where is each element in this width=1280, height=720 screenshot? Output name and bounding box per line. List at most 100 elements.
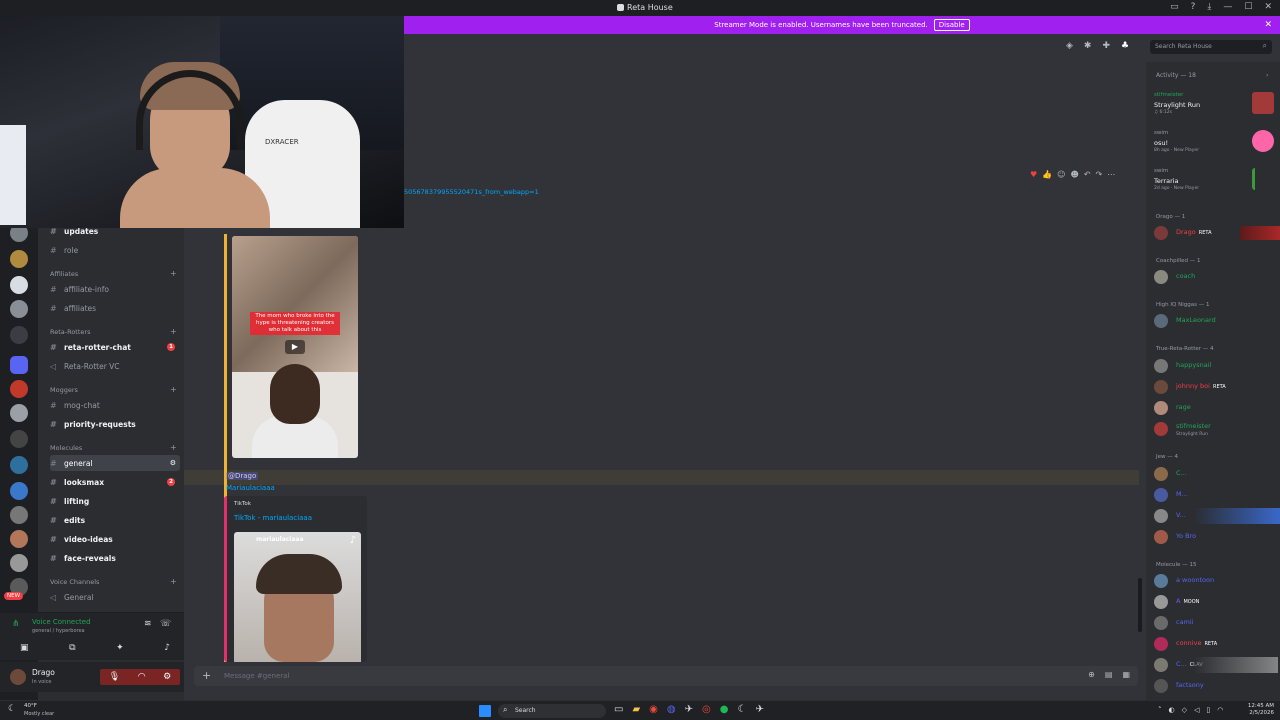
steam-icon[interactable]: ✈ bbox=[685, 704, 693, 715]
weather-temp[interactable]: 40°F bbox=[24, 703, 37, 709]
task-view-icon[interactable]: ▭ bbox=[614, 704, 623, 715]
gif-icon[interactable]: ▤ bbox=[1105, 670, 1113, 679]
video-embed[interactable]: The mom who broke into the hype is threa… bbox=[232, 236, 358, 458]
server-icon[interactable] bbox=[10, 300, 28, 318]
member-item[interactable]: rage bbox=[1154, 400, 1278, 416]
add-channel-icon[interactable]: + bbox=[170, 577, 177, 586]
member-item[interactable]: factsony bbox=[1154, 678, 1278, 694]
member-item[interactable]: a woontoon bbox=[1154, 573, 1278, 589]
gift-icon[interactable]: ⊕ bbox=[1088, 670, 1095, 679]
network-icon[interactable]: ◇ bbox=[1182, 706, 1187, 714]
server-icon[interactable] bbox=[10, 250, 28, 268]
add-channel-icon[interactable]: + bbox=[170, 385, 177, 394]
server-icon[interactable] bbox=[10, 430, 28, 448]
member-item[interactable]: coach bbox=[1154, 269, 1278, 285]
add-channel-icon[interactable]: + bbox=[170, 327, 177, 336]
member-item[interactable]: camii bbox=[1154, 615, 1278, 631]
server-icon[interactable] bbox=[10, 404, 28, 422]
disconnect-icon[interactable]: ☏ bbox=[160, 619, 171, 629]
member-item[interactable]: V... bbox=[1154, 508, 1280, 524]
windows-start-icon[interactable] bbox=[479, 705, 491, 717]
member-item[interactable]: connive RETA bbox=[1154, 636, 1278, 652]
server-icon[interactable] bbox=[10, 482, 28, 500]
scrollbar[interactable] bbox=[1138, 578, 1142, 632]
close-icon[interactable]: ✕ bbox=[1264, 20, 1272, 30]
forward-icon[interactable]: ↷ bbox=[1096, 170, 1103, 179]
member-item[interactable]: stifmeister Straylight Run bbox=[1154, 421, 1278, 437]
chevron-right-icon[interactable]: › bbox=[1266, 72, 1268, 79]
server-icon[interactable] bbox=[10, 530, 28, 548]
add-channel-icon[interactable]: + bbox=[170, 443, 177, 452]
add-channel-icon[interactable]: + bbox=[170, 269, 177, 278]
notification-bell-icon[interactable]: ✱ bbox=[1084, 41, 1092, 51]
member-item[interactable]: MaxLeonard bbox=[1154, 313, 1278, 329]
embed-title[interactable]: TikTok - mariaulaciaaa bbox=[234, 514, 312, 522]
channel-mog-chat[interactable]: # mog-chat bbox=[50, 397, 180, 413]
thumbs-up-icon[interactable]: 👍 bbox=[1042, 170, 1052, 179]
app-icon[interactable]: ☾ bbox=[737, 704, 746, 715]
minimize-icon[interactable]: — bbox=[1223, 2, 1232, 12]
maximize-icon[interactable]: ☐ bbox=[1244, 2, 1252, 12]
tray-app-icon[interactable]: ◐ bbox=[1169, 706, 1175, 714]
heart-reaction-icon[interactable]: ♥ bbox=[1030, 170, 1037, 179]
channel-lifting[interactable]: # lifting bbox=[50, 493, 180, 509]
activity-card[interactable]: swim osu! 8h ago · New Player bbox=[1154, 130, 1278, 166]
settings-icon[interactable]: ⚙ bbox=[170, 459, 176, 467]
activity-card[interactable]: swim Terraria 2d ago · New Player bbox=[1154, 168, 1278, 204]
more-icon[interactable]: ⋯ bbox=[1107, 170, 1115, 179]
signal-icon[interactable]: ⋔ bbox=[12, 619, 20, 629]
server-icon[interactable] bbox=[10, 356, 28, 374]
member-item[interactable]: Yo Bro bbox=[1154, 529, 1278, 545]
noise-suppression-icon[interactable]: ≋ bbox=[144, 619, 152, 629]
embed-video[interactable]: mariaulaciaaa ♪ bbox=[234, 532, 361, 662]
download-icon[interactable]: ⤓ bbox=[1207, 2, 1211, 12]
new-badge[interactable]: NEW bbox=[4, 592, 24, 600]
member-item[interactable]: Drago RETA bbox=[1154, 225, 1280, 241]
clock[interactable]: 12:45 AM 2/5/2026 bbox=[1244, 703, 1274, 717]
chrome-icon[interactable]: ◉ bbox=[649, 704, 658, 715]
app-icon[interactable]: ✈ bbox=[755, 704, 763, 715]
server-icon[interactable] bbox=[10, 506, 28, 524]
volume-icon[interactable]: ◁ bbox=[1194, 706, 1199, 714]
file-explorer-icon[interactable]: ▰ bbox=[632, 704, 640, 715]
mic-icon[interactable]: 🎙 bbox=[109, 672, 120, 682]
server-icon[interactable] bbox=[10, 554, 28, 572]
message-link[interactable]: 505678379955520471s_from_webapp=1 bbox=[404, 188, 539, 196]
member-item[interactable]: happysnail bbox=[1154, 358, 1278, 374]
user-mention[interactable]: @Drago bbox=[226, 472, 259, 480]
channel-looksmax[interactable]: # looksmax 2 bbox=[50, 474, 180, 490]
channel-face-reveals[interactable]: # face-reveals bbox=[50, 550, 180, 566]
attach-icon[interactable]: + bbox=[202, 669, 211, 682]
channel-video-ideas[interactable]: # video-ideas bbox=[50, 531, 180, 547]
channel-role[interactable]: # role bbox=[50, 242, 180, 258]
member-item[interactable]: M... bbox=[1154, 487, 1278, 503]
taskbar-search[interactable]: ⌕ Search bbox=[498, 704, 606, 718]
channel-affiliates[interactable]: # affiliates bbox=[50, 300, 180, 316]
reply-icon[interactable]: ↶ bbox=[1084, 170, 1091, 179]
voice-channel-general[interactable]: ◁ General bbox=[50, 589, 180, 605]
username[interactable]: Drago bbox=[32, 668, 55, 677]
battery-icon[interactable]: ▯ bbox=[1206, 706, 1210, 714]
member-item[interactable]: C...CLAV bbox=[1154, 657, 1278, 673]
category-affiliates[interactable]: Affiliates + bbox=[50, 269, 177, 278]
category-molecules[interactable]: Molecules + bbox=[50, 443, 177, 452]
spotify-icon[interactable]: ● bbox=[720, 704, 729, 715]
headphones-icon[interactable]: ◠ bbox=[138, 672, 146, 682]
member-item[interactable]: A MOON bbox=[1154, 594, 1278, 610]
channel-reta-rotter-chat[interactable]: # reta-rotter-chat 1 bbox=[50, 339, 180, 355]
help-icon[interactable]: ? bbox=[1191, 2, 1196, 12]
play-icon[interactable]: ▶ bbox=[285, 340, 305, 354]
channel-general[interactable]: # general ⚙ bbox=[50, 455, 180, 471]
activity-header[interactable]: Activity — 18 › bbox=[1156, 72, 1268, 79]
channel-priority-requests[interactable]: # priority-requests bbox=[50, 416, 180, 432]
members-icon[interactable]: ♣ bbox=[1121, 41, 1129, 51]
channel-affiliate-info[interactable]: # affiliate-info bbox=[50, 281, 180, 297]
message-input[interactable]: Message #general bbox=[224, 672, 289, 680]
weather-icon[interactable]: ☾ bbox=[8, 704, 16, 714]
threads-icon[interactable]: ◈ bbox=[1066, 41, 1073, 51]
member-item[interactable]: johnny boi RETA bbox=[1154, 379, 1278, 395]
server-icon[interactable] bbox=[10, 326, 28, 344]
discord-icon[interactable]: ◍ bbox=[667, 704, 676, 715]
member-item[interactable]: C... bbox=[1154, 466, 1278, 482]
activities-icon[interactable]: ✦ bbox=[116, 643, 124, 653]
